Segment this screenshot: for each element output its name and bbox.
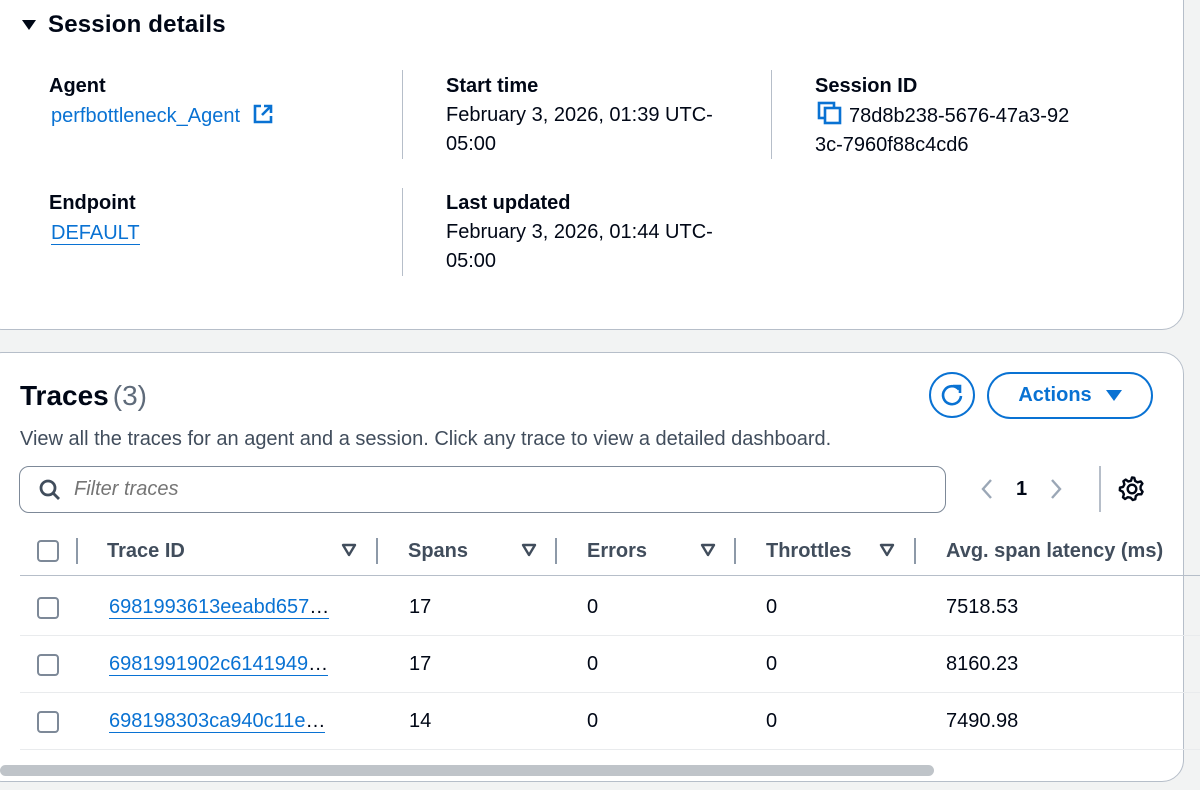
throttles-cell: 0 (766, 596, 778, 618)
errors-cell: 0 (587, 710, 599, 732)
actions-label: Actions (1018, 384, 1092, 406)
throttles-cell: 0 (766, 710, 778, 732)
trace-id-link[interactable]: 6981991902c6141949… (109, 653, 329, 676)
spans-cell: 17 (409, 596, 432, 618)
trace-id-text[interactable]: 6981991902c6141949 (109, 653, 308, 675)
truncation-ellipsis: … (309, 596, 330, 618)
session-id-field: Session ID 78d8b238-5676-47a3-92 3c-7960… (815, 72, 1069, 160)
preferences-button[interactable] (1118, 475, 1146, 508)
spans-cell: 14 (409, 710, 432, 732)
agent-label: Agent (49, 75, 106, 97)
filter-traces-input[interactable] (74, 478, 894, 501)
trace-id-link[interactable]: 6981993613eeabd657… (109, 596, 330, 619)
row-checkbox[interactable] (37, 653, 59, 676)
pagination: 1 (980, 473, 1063, 505)
truncation-ellipsis: … (308, 653, 329, 675)
truncation-ellipsis: … (305, 710, 326, 732)
pager-divider (1099, 466, 1101, 512)
col-throttles[interactable]: Throttles (766, 528, 852, 574)
column-divider (402, 188, 403, 276)
latency-cell: 8160.23 (946, 653, 1019, 675)
last-updated-field: Last updated February 3, 2026, 01:44 UTC… (446, 189, 713, 276)
search-icon (39, 479, 60, 500)
current-page[interactable]: 1 (1016, 478, 1027, 501)
agent-field: Agent perfbottleneck_Agent (49, 72, 274, 131)
latency-cell: 7518.53 (946, 596, 1019, 618)
latency-cell: 7490.98 (946, 710, 1019, 732)
session-details-title: Session details (48, 11, 226, 38)
col-avg-latency[interactable]: Avg. span latency (ms) (946, 528, 1163, 574)
sort-icon[interactable] (341, 542, 357, 558)
refresh-button[interactable] (929, 372, 975, 418)
traces-count: (3) (112, 380, 147, 411)
throttles-cell: 0 (766, 653, 778, 675)
col-trace-id[interactable]: Trace ID (107, 528, 185, 574)
caret-down-icon (1105, 390, 1122, 401)
column-resizer[interactable] (914, 538, 916, 564)
spans-cell: 17 (409, 653, 432, 675)
column-divider (771, 70, 772, 159)
endpoint-link[interactable]: DEFAULT (51, 222, 140, 245)
caret-down-icon[interactable] (22, 20, 36, 30)
errors-cell: 0 (587, 653, 599, 675)
sort-icon[interactable] (700, 542, 716, 558)
row-checkbox[interactable] (37, 596, 59, 619)
traces-description: View all the traces for an agent and a s… (20, 428, 832, 450)
last-updated-line1: February 3, 2026, 01:44 UTC- (446, 221, 713, 243)
traces-heading: Traces (3) (20, 380, 147, 412)
column-resizer[interactable] (734, 538, 736, 564)
session-details-header[interactable]: Session details (22, 11, 226, 39)
row-checkbox[interactable] (37, 710, 59, 733)
table-row[interactable]: 698198303ca940c11e… 14 0 0 7490.98 (20, 693, 1200, 750)
table-row[interactable]: 6981991902c6141949… 17 0 0 8160.23 (20, 636, 1200, 693)
endpoint-field: Endpoint DEFAULT (49, 189, 140, 248)
column-resizer[interactable] (376, 538, 378, 564)
col-spans[interactable]: Spans (408, 528, 468, 574)
horizontal-scrollbar[interactable] (0, 765, 934, 776)
trace-id-text[interactable]: 6981993613eeabd657 (109, 596, 309, 618)
refresh-icon (941, 384, 963, 406)
chevron-left-icon[interactable] (980, 478, 994, 500)
col-errors[interactable]: Errors (587, 528, 647, 574)
external-link-icon[interactable] (252, 103, 274, 125)
select-all-cell[interactable] (37, 528, 59, 574)
actions-button[interactable]: Actions (987, 372, 1153, 419)
select-all-checkbox[interactable] (37, 540, 59, 562)
session-id-line2: 3c-7960f88c4cd6 (815, 134, 969, 156)
start-time-line2: 05:00 (446, 133, 497, 155)
sort-icon[interactable] (521, 542, 537, 558)
start-time-field: Start time February 3, 2026, 01:39 UTC- … (446, 72, 713, 159)
column-resizer[interactable] (76, 538, 78, 564)
trace-id-link[interactable]: 698198303ca940c11e… (109, 710, 326, 733)
session-details-panel (0, 0, 1184, 330)
session-id-line1: 78d8b238-5676-47a3-92 (849, 105, 1070, 127)
table-row[interactable]: 6981993613eeabd657… 17 0 0 7518.53 (20, 579, 1200, 636)
filter-traces-box[interactable] (19, 466, 946, 513)
gear-icon (1118, 476, 1144, 502)
errors-cell: 0 (587, 596, 599, 618)
sort-icon[interactable] (879, 542, 895, 558)
last-updated-label: Last updated (446, 192, 571, 214)
agent-link[interactable]: perfbottleneck_Agent (51, 105, 240, 127)
endpoint-label: Endpoint (49, 192, 136, 214)
start-time-line1: February 3, 2026, 01:39 UTC- (446, 104, 713, 126)
column-divider (402, 70, 403, 159)
table-header: Trace ID Spans Errors Throttles Avg. spa… (20, 528, 1200, 576)
column-resizer[interactable] (555, 538, 557, 564)
copy-icon[interactable] (817, 101, 843, 125)
last-updated-line2: 05:00 (446, 250, 497, 272)
session-id-label: Session ID (815, 75, 918, 97)
traces-title: Traces (20, 380, 109, 411)
chevron-right-icon[interactable] (1049, 478, 1063, 500)
trace-id-text[interactable]: 698198303ca940c11e (109, 710, 305, 732)
start-time-label: Start time (446, 75, 539, 97)
